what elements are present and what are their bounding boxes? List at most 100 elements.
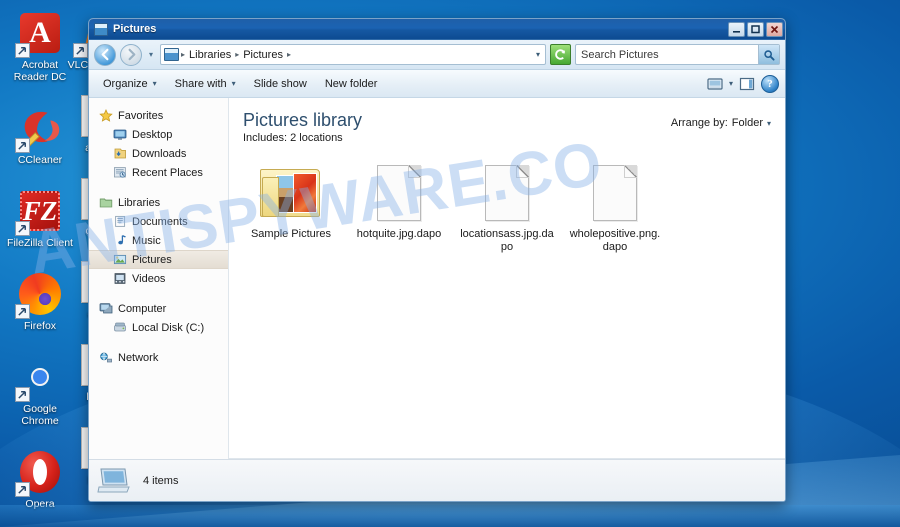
shortcut-arrow-icon <box>15 43 30 58</box>
recent-pages-caret-icon[interactable]: ▾ <box>146 50 156 59</box>
nav-item-label: Libraries <box>118 196 161 209</box>
file-list-pane[interactable]: Pictures library Includes: 2 locations A… <box>229 98 785 459</box>
nav-item-label: Downloads <box>132 147 187 160</box>
navigation-pane[interactable]: Favorites Desktop Downloads Recent Place… <box>89 98 229 459</box>
documents-icon <box>112 215 127 229</box>
folder-window-icon <box>94 22 108 36</box>
item-count: 4 items <box>143 474 179 487</box>
nav-item-label: Music <box>132 234 161 247</box>
includes-label: Includes: <box>243 132 288 144</box>
network-icon <box>98 351 113 365</box>
window-controls <box>728 21 783 37</box>
search-input[interactable] <box>581 45 758 64</box>
share-with-button[interactable]: Share with ▾ <box>167 75 244 93</box>
nav-item-label: Computer <box>118 302 167 315</box>
ccleaner-icon <box>15 105 63 153</box>
library-breadcrumb-icon <box>164 48 179 61</box>
minimize-button[interactable] <box>728 21 745 37</box>
breadcrumb[interactable]: ▸ Libraries ▸ Pictures ▸ ▾ <box>160 44 546 65</box>
nav-item-label: Videos <box>132 272 166 285</box>
chrome-icon <box>15 354 63 402</box>
file-item[interactable]: wholepositive.png.dapo <box>561 158 669 254</box>
organize-button[interactable]: Organize ▾ <box>95 75 165 93</box>
back-button[interactable] <box>94 43 116 66</box>
preview-pane-button[interactable] <box>736 74 758 94</box>
window-body: Favorites Desktop Downloads Recent Place… <box>89 98 785 459</box>
music-note-icon <box>112 234 127 248</box>
desktop-bottom-glow <box>0 505 900 527</box>
share-with-label: Share with <box>174 77 227 90</box>
sidebar-item-documents[interactable]: Documents <box>89 212 228 231</box>
recent-places-icon <box>112 166 127 180</box>
forward-button[interactable] <box>120 43 142 66</box>
computer-icon <box>98 302 113 316</box>
content-pane-divider <box>229 458 785 459</box>
close-button[interactable] <box>766 21 783 37</box>
help-button[interactable]: ? <box>761 74 779 93</box>
nav-header-computer[interactable]: Computer <box>89 299 228 318</box>
breadcrumb-libraries[interactable]: Libraries <box>187 49 233 61</box>
search-icon[interactable] <box>758 45 779 64</box>
videos-icon <box>112 272 127 286</box>
nav-header-libraries[interactable]: Libraries <box>89 193 228 212</box>
nav-item-label: Pictures <box>132 253 172 266</box>
downloads-icon <box>112 147 127 161</box>
arrange-by-value[interactable]: Folder <box>732 117 763 129</box>
file-name: Sample Pictures <box>250 228 332 240</box>
sidebar-item-pictures[interactable]: Pictures <box>89 250 228 269</box>
includes-value[interactable]: 2 locations <box>290 132 343 144</box>
sidebar-item-local-disk-c[interactable]: Local Disk (C:) <box>89 318 228 337</box>
refresh-button[interactable] <box>550 44 571 65</box>
change-view-button[interactable] <box>704 74 726 94</box>
nav-item-label: Desktop <box>132 128 173 141</box>
hard-disk-icon <box>112 321 127 335</box>
breadcrumb-separator: ▸ <box>235 50 240 59</box>
star-icon <box>98 109 113 123</box>
nav-group-network: Network <box>89 348 228 367</box>
nav-header-network[interactable]: Network <box>89 348 228 367</box>
file-item[interactable]: hotquite.jpg.dapo <box>345 158 453 254</box>
search-box[interactable] <box>575 44 780 65</box>
nav-item-label: Favorites <box>118 109 164 122</box>
file-name: locationsass.jpg.dapo <box>460 228 554 253</box>
file-item[interactable]: Sample Pictures <box>237 158 345 254</box>
sidebar-item-downloads[interactable]: Downloads <box>89 144 228 163</box>
nav-header-favorites[interactable]: Favorites <box>89 106 228 125</box>
view-options-caret-icon[interactable]: ▾ <box>729 79 733 88</box>
sidebar-item-music[interactable]: Music <box>89 231 228 250</box>
status-bar: 4 items <box>89 459 785 501</box>
address-bar[interactable]: ▾ ▸ Libraries ▸ Pictures ▸ ▾ <box>89 40 785 70</box>
maximize-button[interactable] <box>747 21 764 37</box>
new-folder-button[interactable]: New folder <box>317 75 386 93</box>
command-bar[interactable]: Organize ▾ Share with ▾ Slide show New f… <box>89 70 785 98</box>
slide-show-button[interactable]: Slide show <box>246 75 315 93</box>
filezilla-icon: FZ <box>15 188 63 236</box>
sidebar-item-desktop[interactable]: Desktop <box>89 125 228 144</box>
nav-item-label: Local Disk (C:) <box>132 321 205 334</box>
shortcut-arrow-icon <box>73 43 88 58</box>
breadcrumb-separator: ▸ <box>181 50 186 59</box>
arrange-by-control[interactable]: Arrange by: Folder ▾ <box>671 110 771 129</box>
breadcrumb-dropdown-icon[interactable]: ▾ <box>536 50 542 59</box>
shortcut-arrow-icon <box>15 138 30 153</box>
shortcut-arrow-icon <box>15 387 30 402</box>
arrange-by-label: Arrange by: <box>670 117 728 129</box>
window-titlebar[interactable]: Pictures <box>89 19 785 40</box>
file-item[interactable]: locationsass.jpg.dapo <box>453 158 561 254</box>
nav-group-libraries: Libraries Documents Music Pictures Video… <box>89 193 228 288</box>
sidebar-item-videos[interactable]: Videos <box>89 269 228 288</box>
desktop-icon <box>112 128 127 142</box>
page-title: Pictures library <box>243 110 363 130</box>
chevron-down-icon[interactable]: ▾ <box>767 119 771 128</box>
explorer-window[interactable]: Pictures ▾ ▸ Libraries ▸ Pictures ▸ ▾ Se… <box>88 18 786 502</box>
file-name: wholepositive.png.dapo <box>569 228 661 253</box>
blank-document-icon <box>345 158 453 228</box>
computer-monitor-icon <box>97 467 131 495</box>
firefox-icon <box>15 271 63 319</box>
sidebar-item-recent-places[interactable]: Recent Places <box>89 163 228 182</box>
chevron-down-icon: ▾ <box>152 79 157 88</box>
shortcut-arrow-icon <box>15 482 30 497</box>
breadcrumb-pictures[interactable]: Pictures <box>241 49 285 61</box>
nav-group-favorites: Favorites Desktop Downloads Recent Place… <box>89 106 228 182</box>
organize-label: Organize <box>103 77 148 90</box>
